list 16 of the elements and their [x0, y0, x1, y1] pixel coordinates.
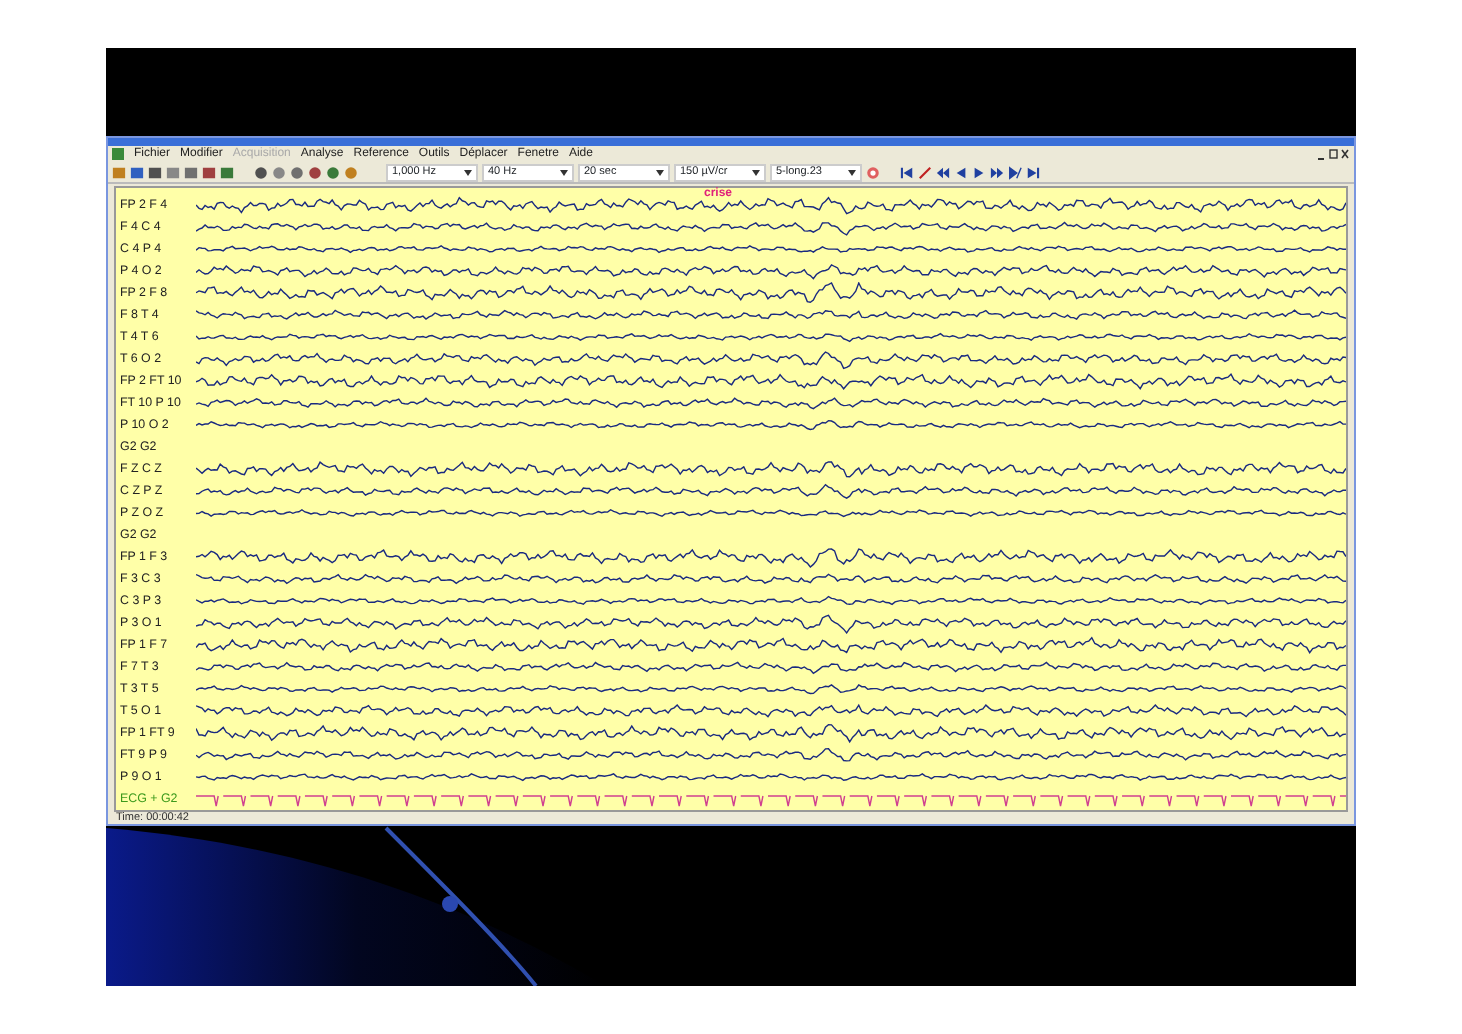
window-controls-icon[interactable]	[1318, 148, 1350, 161]
caret-icon	[752, 170, 760, 177]
caret-icon	[848, 170, 856, 177]
rewind-icon[interactable]	[936, 166, 950, 181]
slash-icon[interactable]	[918, 166, 932, 181]
caret-icon	[464, 170, 472, 177]
step-back-icon[interactable]	[954, 166, 968, 181]
skip-start-icon[interactable]	[900, 166, 914, 181]
caret-icon	[656, 170, 664, 177]
play-icon[interactable]	[972, 166, 986, 181]
caret-icon	[560, 170, 568, 177]
stop-circle-icon[interactable]	[866, 166, 880, 181]
step-forward-icon[interactable]	[1008, 166, 1022, 181]
app-icon	[112, 148, 124, 161]
fast-forward-icon[interactable]	[990, 166, 1004, 181]
skip-end-icon[interactable]	[1026, 166, 1040, 181]
